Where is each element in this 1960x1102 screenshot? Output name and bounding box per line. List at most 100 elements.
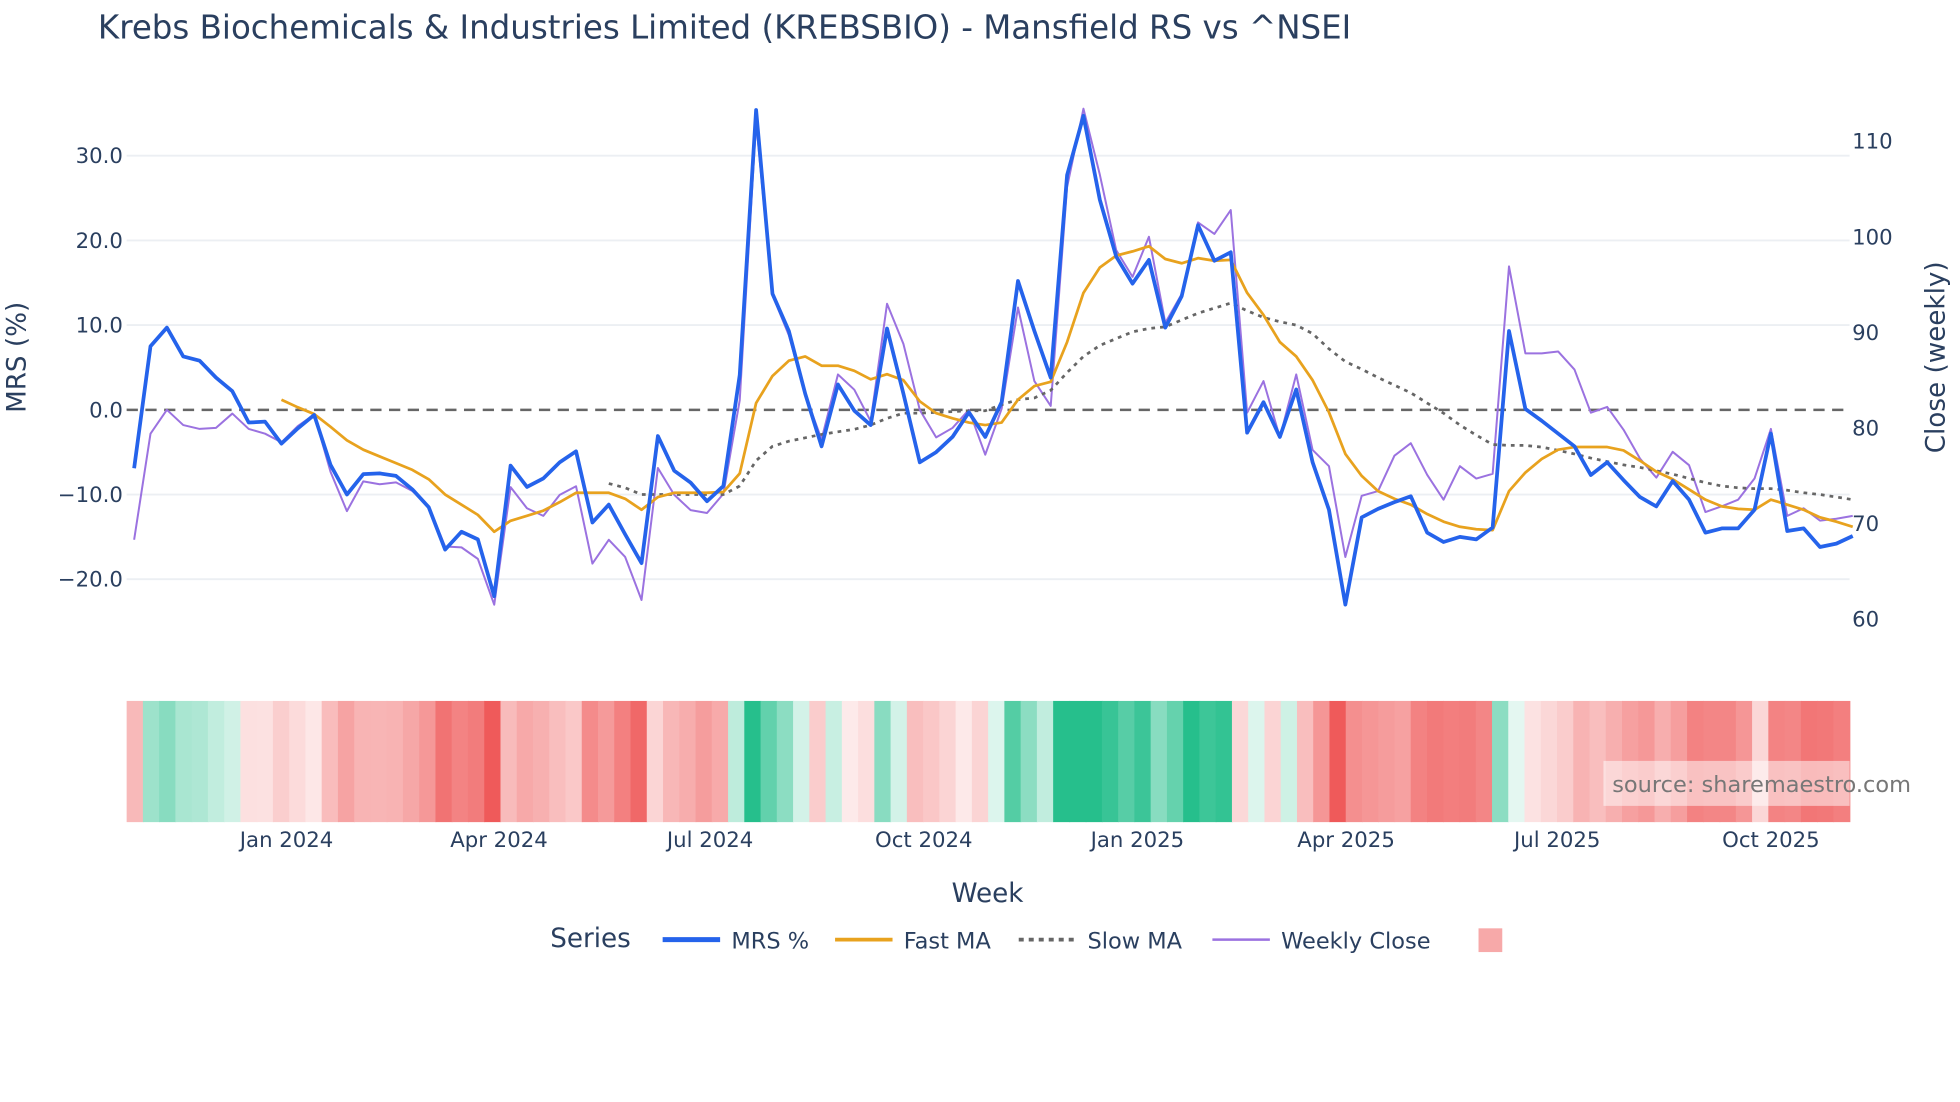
y2-axis-title: Close (weekly) — [1922, 261, 1952, 453]
legend-label: Slow MA — [1087, 928, 1182, 954]
y-tick-label: −20.0 — [58, 568, 123, 593]
heatmap-cell — [565, 700, 583, 823]
heatmap-cell — [793, 700, 811, 823]
x-tick-label: Apr 2024 — [450, 828, 548, 853]
gridlines — [126, 154, 1850, 581]
series-line-fast-ma — [280, 244, 1854, 534]
heatmap-cell — [630, 700, 648, 823]
heatmap-cell — [1020, 700, 1038, 823]
series-line-weekly-close — [133, 107, 1853, 606]
heatmap-cell — [1036, 700, 1054, 823]
heatmap-cell — [646, 700, 664, 823]
y-tick-label: 10.0 — [76, 314, 123, 339]
y-tick-label: 30.0 — [76, 144, 123, 169]
heatmap-cell — [890, 700, 908, 823]
heatmap-cell — [825, 700, 843, 823]
heatmap-cell — [679, 700, 697, 823]
heatmap-cell — [1053, 700, 1071, 823]
heatmap-cell — [1426, 700, 1444, 823]
heatmap-cell — [874, 700, 892, 823]
chart-title: Krebs Biochemicals & Industries Limited … — [98, 9, 1351, 47]
heatmap-cell — [744, 700, 762, 823]
heatmap-cell — [1166, 700, 1184, 823]
heatmap-cell — [1394, 700, 1412, 823]
heatmap-cell — [906, 700, 924, 823]
left-axis-ticks: 30.0 20.0 10.0 0.0 −10.0 −20.0 — [58, 144, 123, 593]
heatmap-cell — [1134, 700, 1152, 823]
heatmap-cell — [1280, 700, 1298, 823]
heatmap-cell — [939, 700, 957, 823]
x-tick-label: Jul 2025 — [1512, 828, 1600, 853]
heatmap-cell — [549, 700, 567, 823]
x-tick-label: Jan 2025 — [1089, 828, 1185, 853]
heatmap-cell — [1264, 700, 1282, 823]
heatmap-cell — [240, 700, 258, 823]
heatmap-cell — [1118, 700, 1136, 823]
heatmap-cell — [923, 700, 941, 823]
heatmap-cell — [175, 700, 193, 823]
heatmap-cell — [142, 700, 160, 823]
legend-item-heatmap[interactable] — [1478, 928, 1503, 953]
heatmap-cell — [1443, 700, 1461, 823]
x-axis-ticks: Jan 2024 Apr 2024 Jul 2024 Oct 2024 Jan 2025… — [238, 828, 1820, 853]
heatmap-cell — [1069, 700, 1087, 823]
heatmap-cell — [1361, 700, 1379, 823]
legend-label: Weekly Close — [1281, 928, 1430, 954]
y2-tick-label: 90 — [1852, 321, 1879, 346]
heatmap-cell — [1085, 700, 1103, 823]
legend: Series MRS % Fast MA Slow MA Weekly Clos… — [550, 924, 1503, 954]
heatmap-cell — [435, 700, 453, 823]
y2-tick-label: 60 — [1852, 608, 1879, 633]
y-tick-label: 20.0 — [76, 229, 123, 254]
heatmap-cell — [1573, 700, 1591, 823]
heatmap-cell — [305, 700, 323, 823]
heatmap-cell — [1508, 700, 1526, 823]
heatmap-cell — [484, 700, 502, 823]
mrs-heatmap-strip — [126, 700, 1851, 823]
heatmap-cell — [1410, 700, 1428, 823]
heatmap-cell — [598, 700, 616, 823]
heatmap-cell — [1540, 700, 1558, 823]
legend-item-fast-ma[interactable]: Fast MA — [835, 928, 991, 954]
heatmap-cell — [1248, 700, 1266, 823]
series-line-mrs — [132, 108, 1854, 607]
legend-item-weekly-close[interactable]: Weekly Close — [1212, 928, 1431, 954]
heatmap-cell — [272, 700, 290, 823]
heatmap-cell — [955, 700, 973, 823]
heatmap-cell — [663, 700, 681, 823]
x-tick-label: Jul 2024 — [665, 828, 753, 853]
heatmap-cell — [1150, 700, 1168, 823]
y2-tick-label: 110 — [1852, 130, 1893, 155]
heatmap-cell — [1296, 700, 1314, 823]
x-tick-label: Jan 2024 — [238, 828, 334, 853]
legend-title: Series — [550, 924, 631, 954]
legend-item-mrs[interactable]: MRS % — [662, 928, 809, 954]
heatmap-cell — [1199, 700, 1217, 823]
heatmap-cell — [614, 700, 632, 823]
x-tick-label: Apr 2025 — [1297, 828, 1395, 853]
heatmap-cell — [1475, 700, 1493, 823]
heatmap-cell — [126, 700, 144, 823]
y-tick-label: 0.0 — [89, 398, 123, 423]
heatmap-cell — [159, 700, 177, 823]
heatmap-cell — [711, 700, 729, 823]
heatmap-cell — [321, 700, 339, 823]
heatmap-cell — [1557, 700, 1575, 823]
series-line-slow-ma — [608, 301, 1853, 502]
x-tick-label: Oct 2024 — [875, 828, 973, 853]
heatmap-cell — [402, 700, 420, 823]
heatmap-cell — [1231, 700, 1249, 823]
x-axis-title: Week — [952, 879, 1025, 909]
watermark: source: sharemaestro.com — [1603, 760, 1911, 806]
heatmap-cell — [841, 700, 859, 823]
y2-tick-label: 100 — [1852, 225, 1893, 250]
right-axis-ticks: 110 100 90 80 70 60 — [1852, 130, 1893, 633]
heatmap-cell — [1459, 700, 1477, 823]
legend-item-slow-ma[interactable]: Slow MA — [1018, 928, 1183, 954]
mansfield-rs-chart: Krebs Biochemicals & Industries Limited … — [2, 9, 1952, 955]
heatmap-cell — [256, 700, 274, 823]
heatmap-cell — [809, 700, 827, 823]
heatmap-cell — [988, 700, 1006, 823]
heatmap-cell — [858, 700, 876, 823]
heatmap-cell — [1329, 700, 1347, 823]
